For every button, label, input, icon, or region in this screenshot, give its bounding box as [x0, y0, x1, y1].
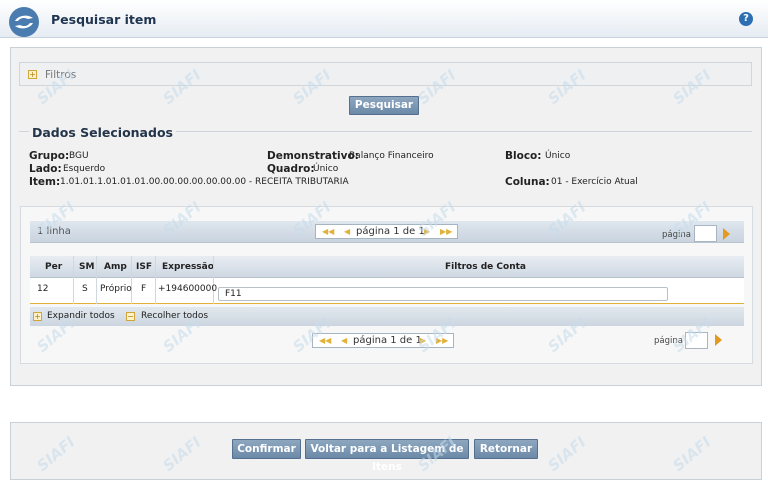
demonstrativo-value: Balanço Financeiro [349, 151, 434, 161]
title-bar: Pesquisar item ? [0, 0, 768, 38]
dados-title: Dados Selecionados [29, 125, 176, 140]
col-per: Per [45, 262, 62, 272]
page-title: Pesquisar item [51, 12, 156, 27]
column-divider [96, 256, 97, 304]
last-page-icon[interactable]: ▶▶ [436, 334, 448, 347]
expand-all-icon[interactable]: + [33, 312, 42, 321]
column-divider [213, 256, 214, 304]
coluna-value: 01 - Exercício Atual [551, 177, 638, 187]
col-isf: ISF [136, 262, 152, 272]
cell-sm: S [82, 284, 88, 294]
col-expressao: Expressão [162, 262, 214, 272]
retornar-button[interactable]: Retornar [474, 439, 538, 459]
item-value: 1.01.01.1.01.01.01.00.00.00.00.00.00.00 … [60, 177, 349, 187]
column-divider [73, 256, 74, 304]
collapse-all-link[interactable]: Recolher todos [141, 311, 208, 321]
quadro-value: Único [313, 164, 338, 174]
last-page-icon[interactable]: ▶▶ [440, 225, 452, 238]
bottom-pager: ◀◀ ◀ página 1 de 1 ▶ ▶▶ [312, 333, 454, 348]
bloco-value: Único [545, 151, 570, 161]
expand-collapse-bar: + Expandir todos − Recolher todos [30, 307, 744, 326]
prev-page-icon[interactable]: ◀ [344, 225, 350, 238]
next-page-icon[interactable]: ▶ [424, 225, 430, 238]
filtro-conta-field[interactable]: F11 [218, 287, 668, 301]
page-label: página [662, 230, 691, 240]
grupo-value: BGU [69, 151, 89, 161]
page-input[interactable] [694, 225, 717, 242]
bloco-label: Bloco: [505, 150, 541, 162]
page-input[interactable] [685, 332, 708, 349]
col-filtros-conta: Filtros de Conta [445, 262, 526, 272]
go-page-icon[interactable] [715, 334, 722, 346]
pesquisar-button[interactable]: Pesquisar [349, 96, 419, 115]
page-info: página 1 de 1 [353, 334, 422, 347]
go-page-icon[interactable] [723, 228, 730, 240]
first-page-icon[interactable]: ◀◀ [319, 334, 331, 347]
prev-page-icon[interactable]: ◀ [341, 334, 347, 347]
first-page-icon[interactable]: ◀◀ [322, 225, 334, 238]
column-divider [131, 256, 132, 304]
cell-per: 12 [37, 284, 48, 294]
coluna-label: Coluna: [505, 176, 550, 188]
expand-all-link[interactable]: Expandir todos [47, 311, 115, 321]
top-pager: ◀◀ ◀ página 1 de 1 ▶ ▶▶ [315, 224, 458, 239]
quadro-label: Quadro: [267, 163, 315, 175]
siafi-logo-icon [9, 7, 39, 37]
cell-expressao: +194600000 [158, 284, 217, 294]
filtros-label: Filtros [45, 69, 76, 81]
help-icon[interactable]: ? [739, 12, 753, 26]
page-info: página 1 de 1 [356, 225, 425, 238]
col-sm: SM [79, 262, 94, 272]
voltar-listagem-button[interactable]: Voltar para a Listagem de Itens [305, 439, 469, 459]
item-label: Item: [29, 176, 60, 188]
grupo-label: Grupo: [29, 150, 69, 162]
lado-label: Lado: [29, 163, 62, 175]
page-label: página [654, 336, 683, 346]
row-count: 1 linha [37, 226, 71, 237]
filtros-section[interactable]: + Filtros [19, 62, 752, 86]
col-amp: Amp [104, 262, 127, 272]
column-divider [155, 256, 156, 304]
lado-value: Esquerdo [63, 164, 105, 174]
expand-plus-icon[interactable]: + [28, 70, 37, 79]
cell-isf: F [141, 284, 146, 294]
next-page-icon[interactable]: ▶ [420, 334, 426, 347]
demonstrativo-label: Demonstrativo: [267, 150, 359, 162]
cell-amp: Próprio [100, 284, 132, 294]
confirmar-button[interactable]: Confirmar [232, 439, 301, 459]
collapse-all-icon[interactable]: − [126, 312, 135, 321]
